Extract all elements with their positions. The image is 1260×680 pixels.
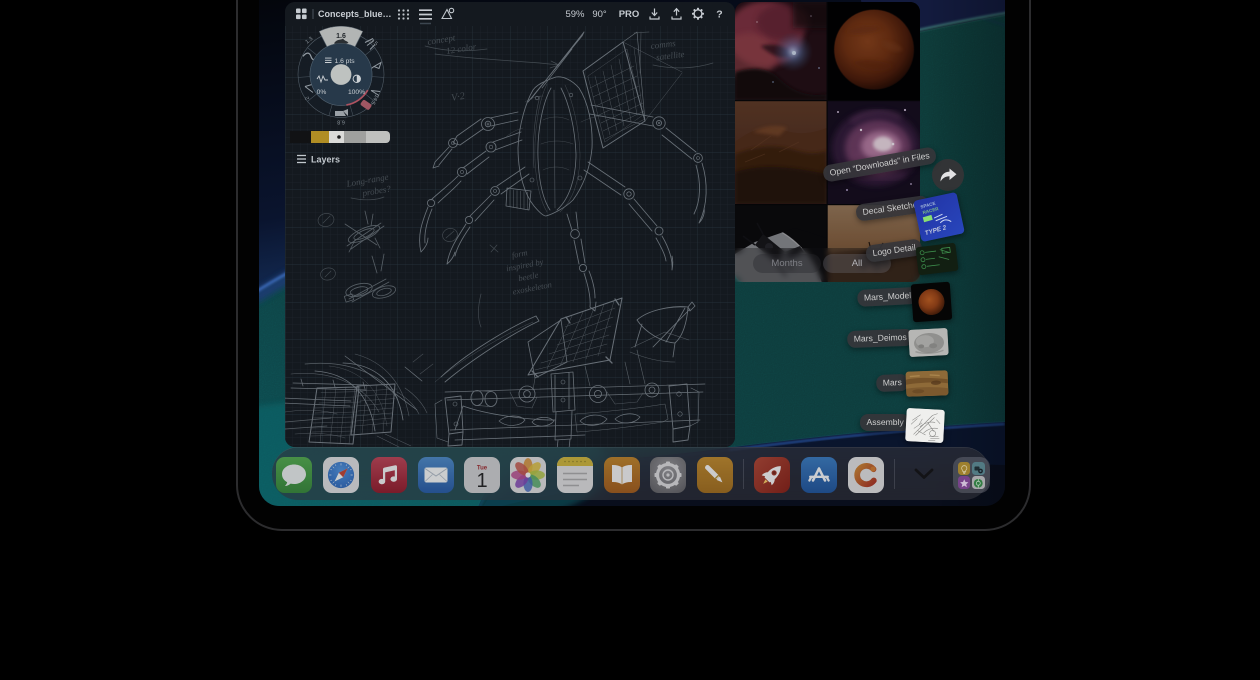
svg-text:TYPE 2: TYPE 2 — [924, 224, 948, 237]
svg-text:1: 1 — [476, 470, 487, 492]
